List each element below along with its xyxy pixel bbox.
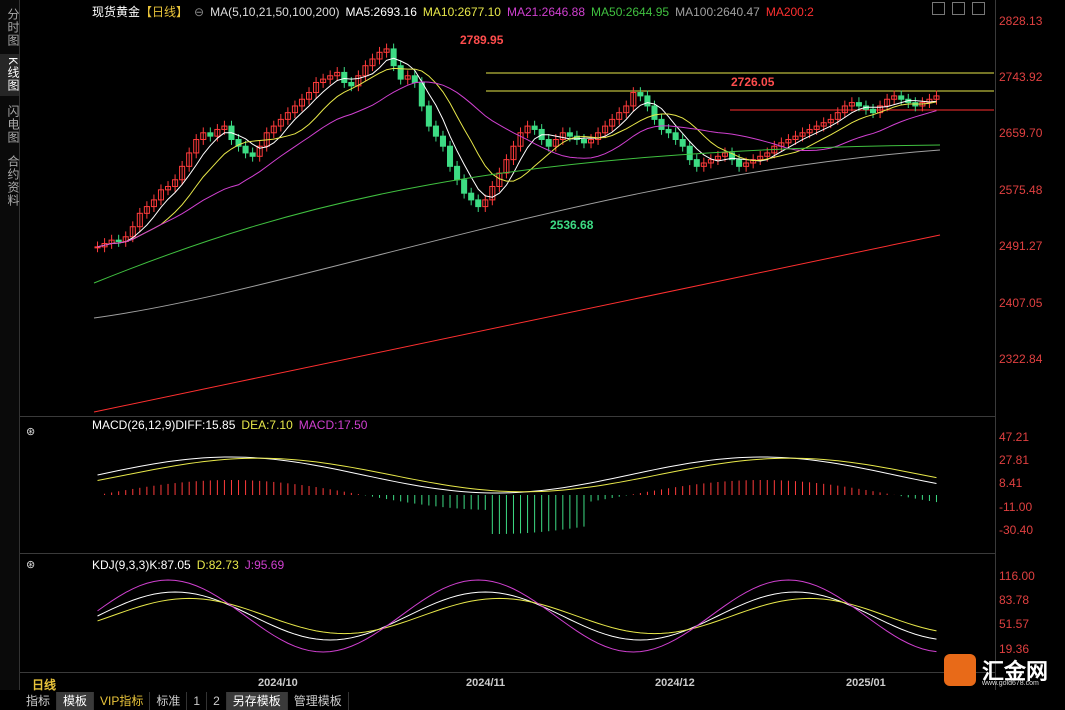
ma200-line [93, 234, 941, 413]
candle-body [531, 125, 538, 130]
candle-body [855, 102, 862, 107]
candle-body [475, 199, 482, 208]
candle-body [679, 139, 686, 147]
kdj-k: K:87.05 [149, 558, 191, 572]
macd-y-tick: 8.41 [999, 476, 1023, 490]
macd-dea: DEA:7.10 [241, 418, 293, 432]
candle-body [397, 65, 404, 80]
macd-y-tick: 47.21 [999, 430, 1030, 444]
tab-standard[interactable]: 标准 [150, 692, 188, 710]
candle-body [348, 81, 355, 87]
kdj-d-line [97, 597, 937, 635]
kdj-settings-icon[interactable]: ⊛ [26, 558, 35, 571]
macd-dea-line [97, 457, 937, 493]
tab-1[interactable]: 1 [187, 692, 208, 710]
candle-body [447, 145, 454, 167]
kdj-d: D:82.73 [196, 558, 239, 572]
tab-templates[interactable]: 模板 [57, 692, 95, 710]
macd-diff-line [97, 456, 937, 494]
candle-body [545, 139, 552, 147]
candle-body [651, 105, 658, 120]
manage-templates-button[interactable]: 管理模板 [288, 692, 349, 710]
candle-body [686, 145, 693, 161]
save-template-button[interactable]: 另存模板 [226, 692, 288, 710]
macd-settings-icon[interactable]: ⊛ [26, 425, 35, 438]
macd-value: MACD:17.50 [298, 418, 368, 432]
candle-body [341, 71, 348, 83]
macd-title: MACD(26,12,9) [92, 418, 176, 432]
candle-body [468, 192, 475, 201]
kdj-title: KDJ(9,3,3) [92, 558, 150, 572]
x-tick: 2024/10 [258, 677, 298, 689]
tab-vip-indicators[interactable]: VIP指标 [94, 692, 151, 710]
logo-url: www.gold678.com [982, 680, 1039, 687]
x-tick: 2025/01 [846, 677, 886, 689]
tab-2[interactable]: 2 [207, 692, 227, 710]
macd-y-tick: -11.00 [999, 500, 1033, 514]
ma-line [97, 67, 937, 248]
candle-body [637, 92, 644, 97]
kdj-j-line [97, 579, 937, 653]
candle-body [665, 128, 672, 134]
macd-header: MACD(26,12,9)DIFF:15.85 DEA:7.10 MACD:17.5… [92, 418, 373, 432]
tab-indicators[interactable]: 指标 [20, 692, 58, 710]
candle-body [115, 239, 122, 242]
macd-y-tick: 27.81 [999, 453, 1030, 467]
logo: 汇金网 www.gold678.com [944, 652, 1064, 692]
candle-body [580, 139, 588, 144]
candle-body [870, 108, 877, 114]
candle-body [390, 48, 397, 67]
kdj-y-tick: 51.57 [999, 617, 1030, 631]
candle-body [94, 246, 101, 249]
candle-body [454, 165, 461, 181]
candle-body [461, 179, 468, 194]
candle-body [672, 132, 679, 141]
kdj-header: KDJ(9,3,3)K:87.05 D:82.73 J:95.69 [92, 558, 290, 572]
ma100-line [93, 149, 941, 319]
logo-icon [944, 654, 976, 686]
candle-body [439, 135, 447, 147]
period-indicator: 日线 [32, 678, 57, 692]
candle-body [736, 159, 743, 167]
kdj-j: J:95.69 [244, 558, 285, 572]
x-tick: 2024/11 [466, 677, 506, 689]
candle-body [566, 132, 573, 137]
candle-body [249, 152, 256, 157]
candle-body [425, 105, 432, 127]
candle-body [242, 145, 249, 154]
candle-body [411, 75, 418, 83]
candle-body [432, 125, 439, 137]
kdj-y-tick: 83.78 [999, 593, 1030, 607]
candle-body [207, 132, 214, 137]
ma-line [97, 57, 937, 248]
price-chart[interactable] [0, 0, 1065, 710]
candle-body [418, 81, 425, 107]
candle-body [658, 118, 665, 130]
macd-diff: DIFF:15.85 [175, 418, 236, 432]
kdj-y-tick: 116.00 [999, 569, 1035, 583]
candle-body [898, 95, 905, 100]
ma-line [97, 81, 937, 248]
bottom-toolbar: 指标 模板 VIP指标 标准 1 2 另存模板 管理模板 [20, 692, 349, 710]
x-tick: 2024/12 [655, 677, 695, 689]
candle-body [693, 159, 700, 167]
candle-body [644, 95, 651, 107]
macd-y-tick: -30.40 [999, 523, 1034, 537]
